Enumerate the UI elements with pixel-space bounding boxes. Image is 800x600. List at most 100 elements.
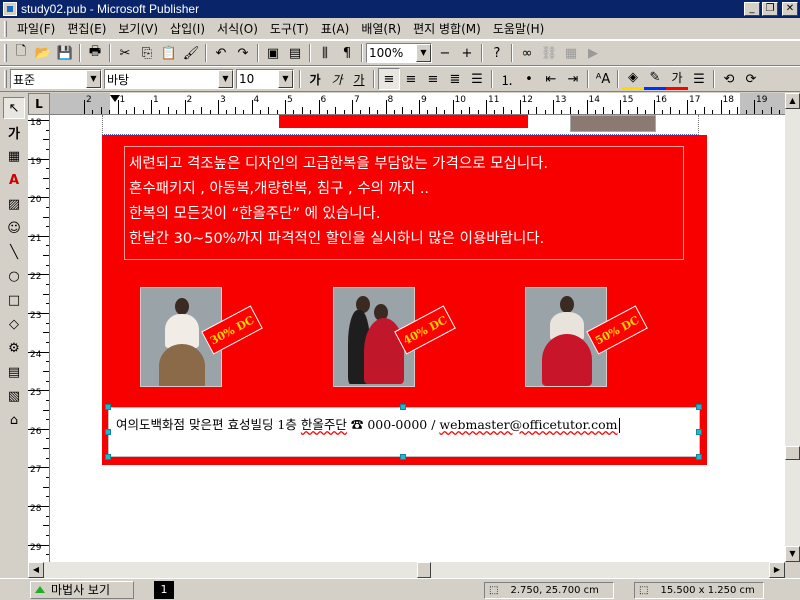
rotate-left-icon[interactable]: ⟲ [718,68,740,90]
resize-handle-top-left[interactable] [105,404,111,410]
picture-frame-icon[interactable]: ▨ [3,193,25,215]
horizontal-ruler[interactable]: 211234567891011121314151617181920 [50,93,785,115]
menu-insert[interactable]: 삽입(I) [164,20,211,37]
maximize-button[interactable]: ❐ [762,2,778,16]
html-fragment-icon[interactable]: ▤ [3,361,25,383]
ad-text-frame[interactable]: 세련되고 격조높은 디자인의 고급한복을 부담없는 가격으로 모십니다. 혼수패… [124,146,684,260]
save-icon[interactable]: 💾 [54,42,76,64]
resize-handle-bottom[interactable] [400,454,406,460]
toolbar-grip[interactable] [4,70,7,88]
underline-button[interactable]: 가 [348,68,370,90]
unlink-icon[interactable]: ⛓ [538,42,560,64]
zoom-dropdown-icon[interactable]: ▼ [416,44,431,62]
first-line-indent-marker[interactable] [110,95,120,102]
scroll-right-icon[interactable]: ▶ [769,562,785,578]
paragraph-mark-icon[interactable]: ¶ [336,42,358,64]
resize-handle-bottom-right[interactable] [696,454,702,460]
footer-text-frame[interactable]: 여의도백화점 맞은편 효성빌딩 1층 한올주단 ☎ 000-0000 / web… [108,407,700,457]
web-tools-icon[interactable]: ⌂ [3,409,25,431]
font-size-combo[interactable]: 10 ▼ [236,69,294,89]
style-dropdown-icon[interactable]: ▼ [86,70,101,88]
increase-indent-icon[interactable]: ⇥ [562,68,584,90]
font-size-dropdown-icon[interactable]: ▼ [278,70,293,88]
vertical-scrollbar[interactable]: ▲ ▼ [785,93,800,562]
minimize-button[interactable]: _ [744,2,760,16]
menu-help[interactable]: 도움말(H) [487,20,551,37]
product-photo-group-3[interactable]: 50% DC [525,287,675,389]
show-wizard-button[interactable]: 마법사 보기 [30,580,134,599]
product-photo-group-1[interactable]: 30% DC [140,287,290,389]
font-size-change-icon[interactable]: ᴬA [592,68,614,90]
form-control-icon[interactable]: ⚙ [3,337,25,359]
align-center-icon[interactable]: ≡ [400,68,422,90]
toolbar-grip[interactable] [4,44,7,62]
red-banner-frame[interactable]: 세련되고 격조높은 디자인의 고급한복을 부담없는 가격으로 모십니다. 혼수패… [102,135,707,465]
new-document-icon[interactable]: 🗋 [10,42,32,64]
table-frame-icon[interactable]: ▦ [3,145,25,167]
font-dropdown-icon[interactable]: ▼ [218,70,233,88]
horizontal-scrollbar[interactable]: ◀ ▶ [28,562,785,578]
scroll-up-icon[interactable]: ▲ [785,93,800,109]
zoom-combo[interactable]: 100% ▼ [366,43,432,63]
zoom-out-icon[interactable]: − [434,42,456,64]
vertical-ruler[interactable]: 18 19 20 21 22 23 24 25 26 27 28 29 [28,115,50,562]
format-painter-icon[interactable]: 🖌 [180,42,202,64]
menu-table[interactable]: 표(A) [315,20,356,37]
italic-button[interactable]: 가 [326,68,348,90]
font-combo[interactable]: 바탕 ▼ [104,69,234,89]
line-tool-icon[interactable]: ╲ [3,241,25,263]
redo-icon[interactable]: ↷ [232,42,254,64]
product-photo-group-2[interactable]: 40% DC [333,287,483,389]
resize-handle-top[interactable] [400,404,406,410]
distribute-icon[interactable]: ☰ [466,68,488,90]
top-photo-frame[interactable] [570,115,656,132]
bold-button[interactable]: 가 [304,68,326,90]
design-gallery-icon[interactable]: ▧ [3,385,25,407]
horizontal-scroll-thumb[interactable] [417,562,431,578]
decrease-indent-icon[interactable]: ⇤ [540,68,562,90]
align-left-icon[interactable]: ≡ [378,68,400,90]
text-frame-tool[interactable]: 가 [3,121,25,143]
footer-text[interactable]: 여의도백화점 맞은편 효성빌딩 1층 한올주단 ☎ 000-0000 / web… [116,414,620,433]
clip-gallery-icon[interactable]: ☺ [3,217,25,239]
justify-icon[interactable]: ≣ [444,68,466,90]
menubar-grip[interactable] [4,20,7,37]
menu-arrange[interactable]: 배열(R) [355,20,407,37]
undo-icon[interactable]: ↶ [210,42,232,64]
hyperlink-icon[interactable]: ∞ [516,42,538,64]
web-preview-icon[interactable]: ▶ [582,42,604,64]
publisher-app-icon[interactable] [3,2,17,16]
resize-handle-bottom-left[interactable] [105,454,111,460]
menu-file[interactable]: 파일(F) [11,20,61,37]
help-icon[interactable]: ? [486,42,508,64]
fill-color-icon[interactable]: ◈ [622,68,644,90]
print-icon[interactable]: 🖶 [84,42,106,64]
menu-edit[interactable]: 편집(E) [61,20,112,37]
bullets-icon[interactable]: • [518,68,540,90]
ruler-origin[interactable]: L [28,93,50,115]
menu-mail-merge[interactable]: 편지 병합(M) [407,20,487,37]
resize-handle-right[interactable] [696,429,702,435]
resize-handle-top-right[interactable] [696,404,702,410]
rotate-right-icon[interactable]: ⟳ [740,68,762,90]
top-red-bar[interactable] [279,115,528,128]
font-color-button[interactable]: 가 [666,68,688,90]
align-right-icon[interactable]: ≡ [422,68,444,90]
pointer-tool-icon[interactable]: ↖ [3,97,25,119]
rectangle-tool-icon[interactable]: □ [3,289,25,311]
menu-view[interactable]: 보기(V) [112,20,164,37]
close-button[interactable]: ✕ [782,2,798,16]
wordart-icon[interactable]: A [3,169,25,191]
menu-format[interactable]: 서식(O) [211,20,264,37]
line-style-icon[interactable]: ☰ [688,68,710,90]
bring-to-front-icon[interactable]: ▣ [262,42,284,64]
page-navigator-1[interactable]: 1 [154,580,174,599]
open-folder-icon[interactable]: 📂 [32,42,54,64]
zoom-in-icon[interactable]: + [456,42,478,64]
scroll-left-icon[interactable]: ◀ [28,562,44,578]
cut-icon[interactable]: ✂ [114,42,136,64]
menu-tools[interactable]: 도구(T) [264,20,315,37]
vertical-scroll-thumb[interactable] [785,446,800,460]
web-page-icon[interactable]: ▦ [560,42,582,64]
line-color-icon[interactable]: ✎ [644,68,666,90]
